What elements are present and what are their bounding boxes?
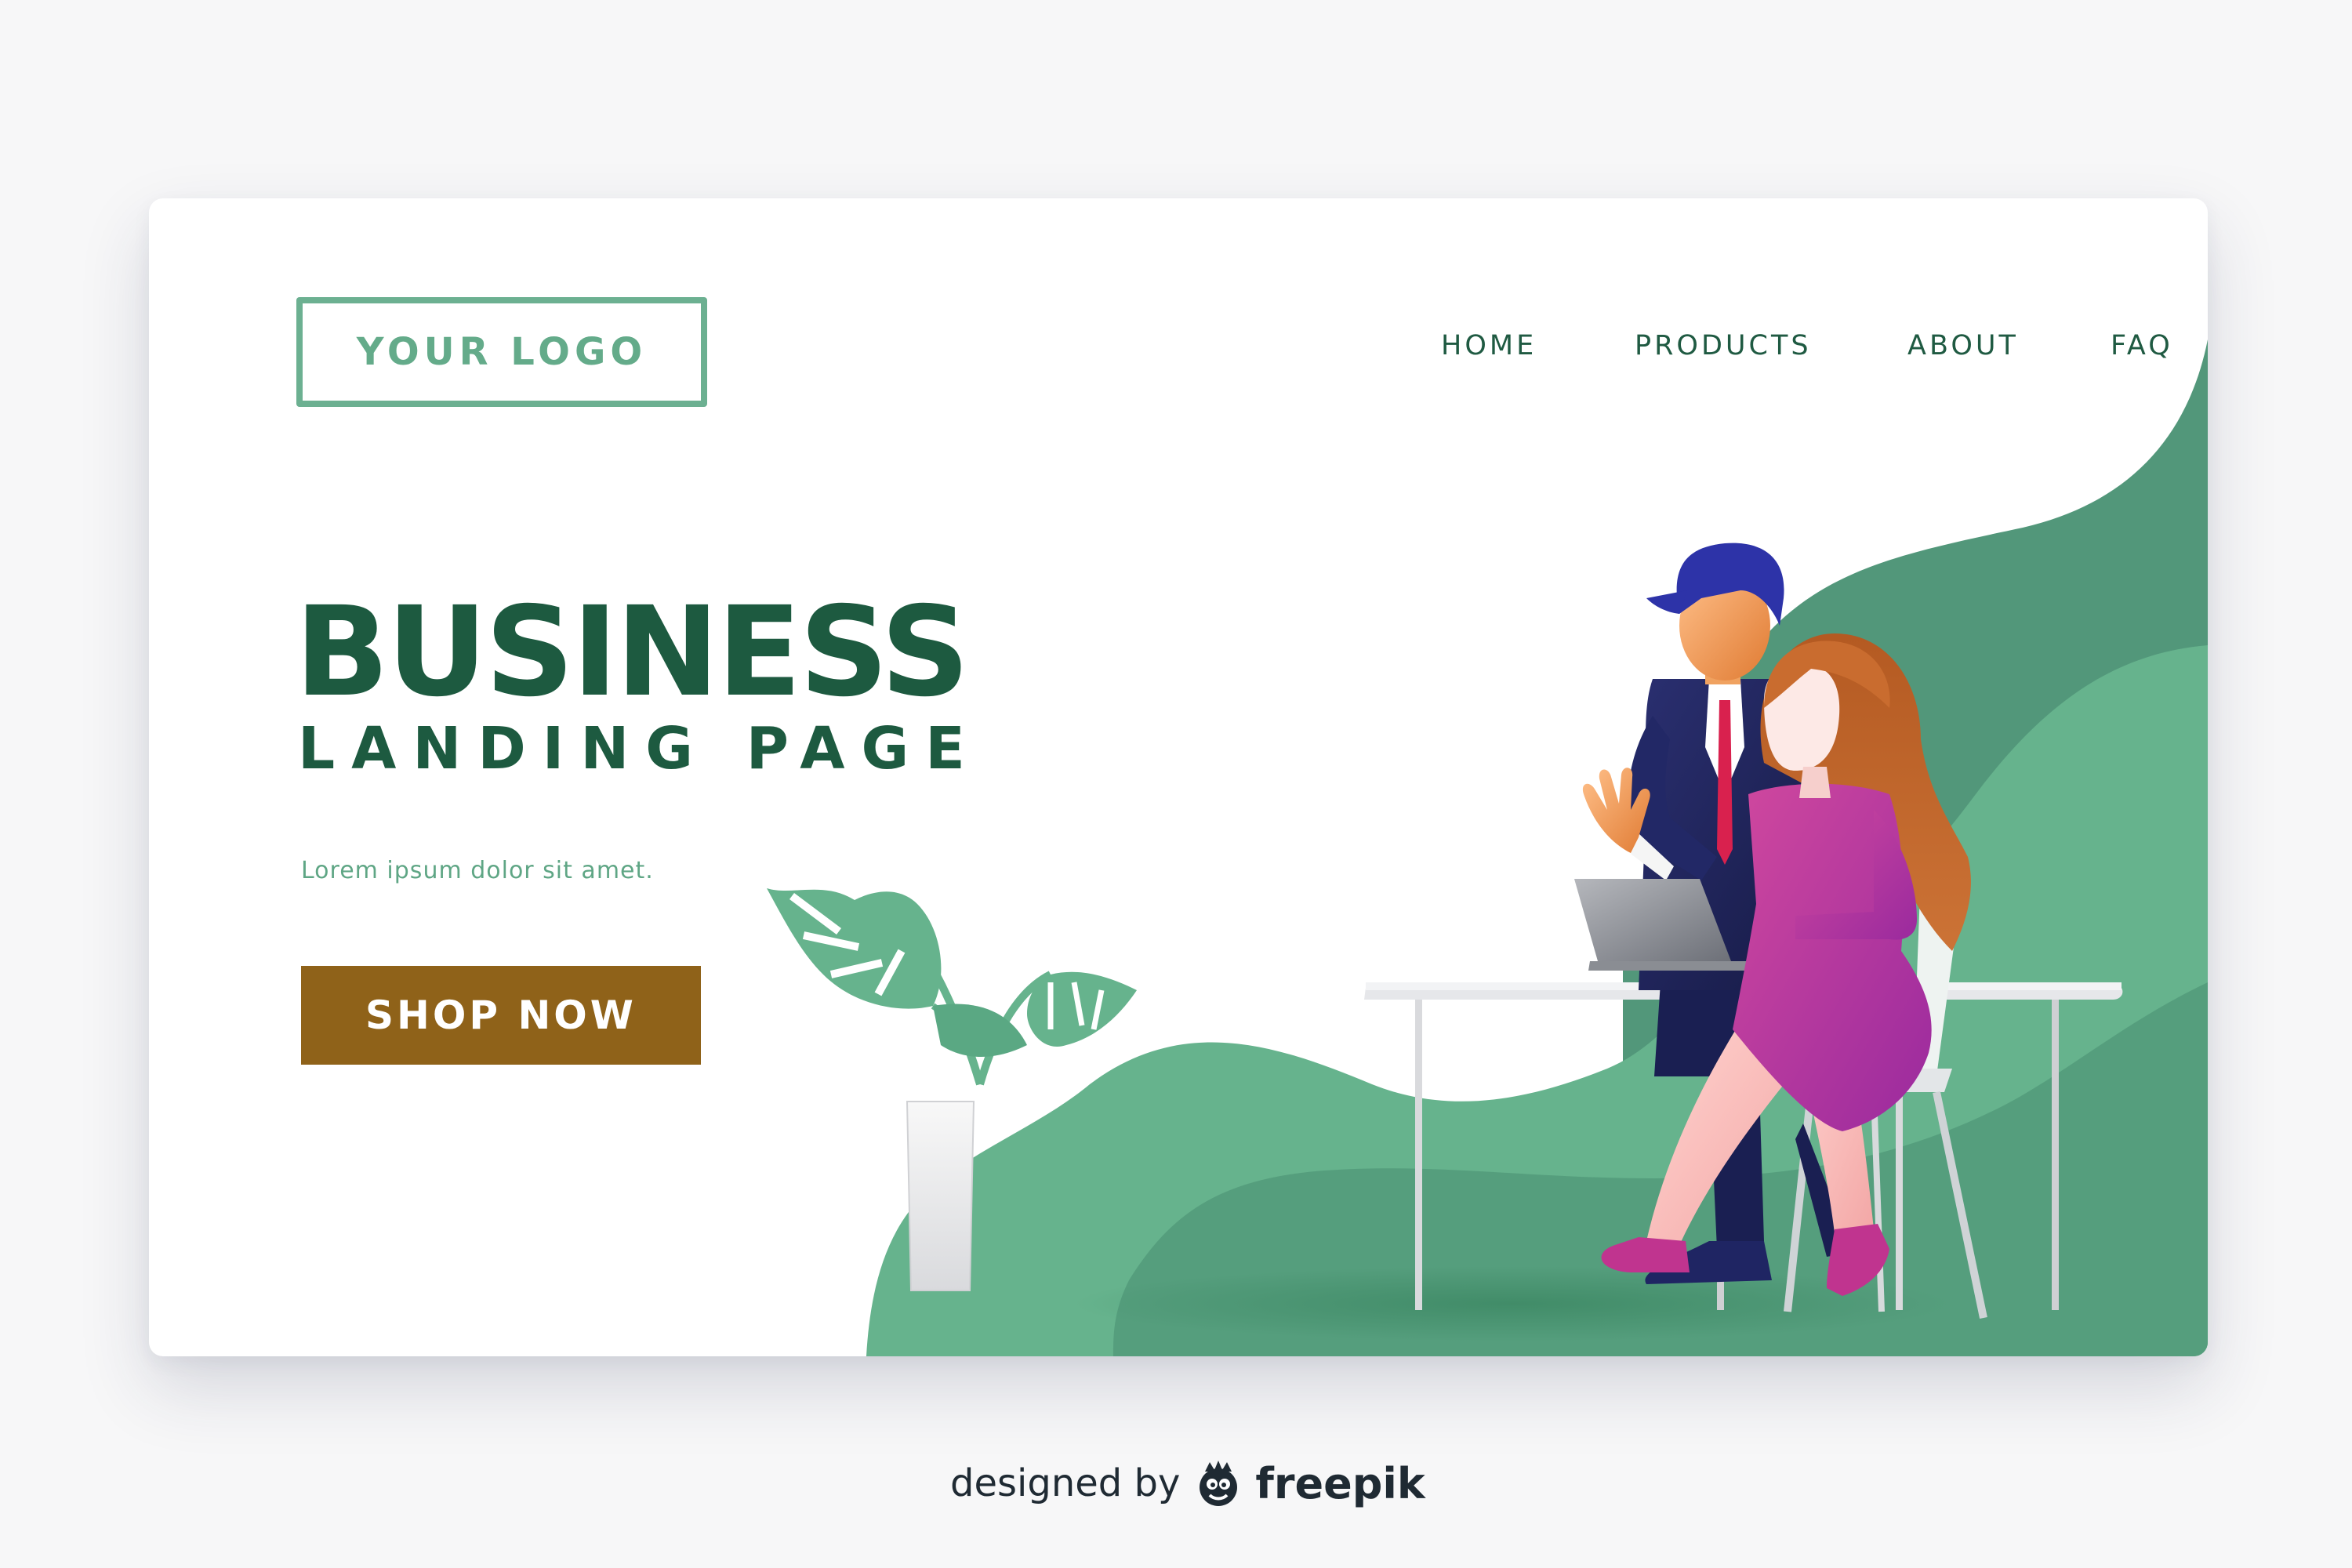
nav-item-about[interactable]: ABOUT [1907, 330, 2019, 361]
credit-prefix: designed by [950, 1461, 1181, 1505]
hero-title: BUSINESS [295, 580, 970, 724]
hero-subtitle: LANDING PAGE [298, 715, 982, 782]
nav-item-faq[interactable]: FAQ [2111, 330, 2173, 361]
nav-item-home[interactable]: HOME [1441, 330, 1537, 361]
designer-credit: designed by freepik [950, 1452, 1425, 1515]
nav-item-products[interactable]: PRODUCTS [1635, 330, 1812, 361]
logo-text: YOUR LOGO [356, 330, 648, 374]
logo[interactable]: YOUR LOGO [296, 297, 707, 407]
main-nav: HOME PRODUCTS ABOUT FAQ [1090, 330, 2187, 377]
freepik-mascot-icon [1200, 1461, 1238, 1506]
shop-now-button[interactable]: SHOP NOW [301, 966, 701, 1065]
landing-card: YOUR LOGO HOME PRODUCTS ABOUT FAQ BUSINE… [149, 198, 2208, 1356]
credit-brand: freepik [1255, 1458, 1425, 1508]
hero-body-text: Lorem ipsum dolor sit amet. [301, 857, 654, 884]
floor-shadow [1074, 1266, 1952, 1341]
